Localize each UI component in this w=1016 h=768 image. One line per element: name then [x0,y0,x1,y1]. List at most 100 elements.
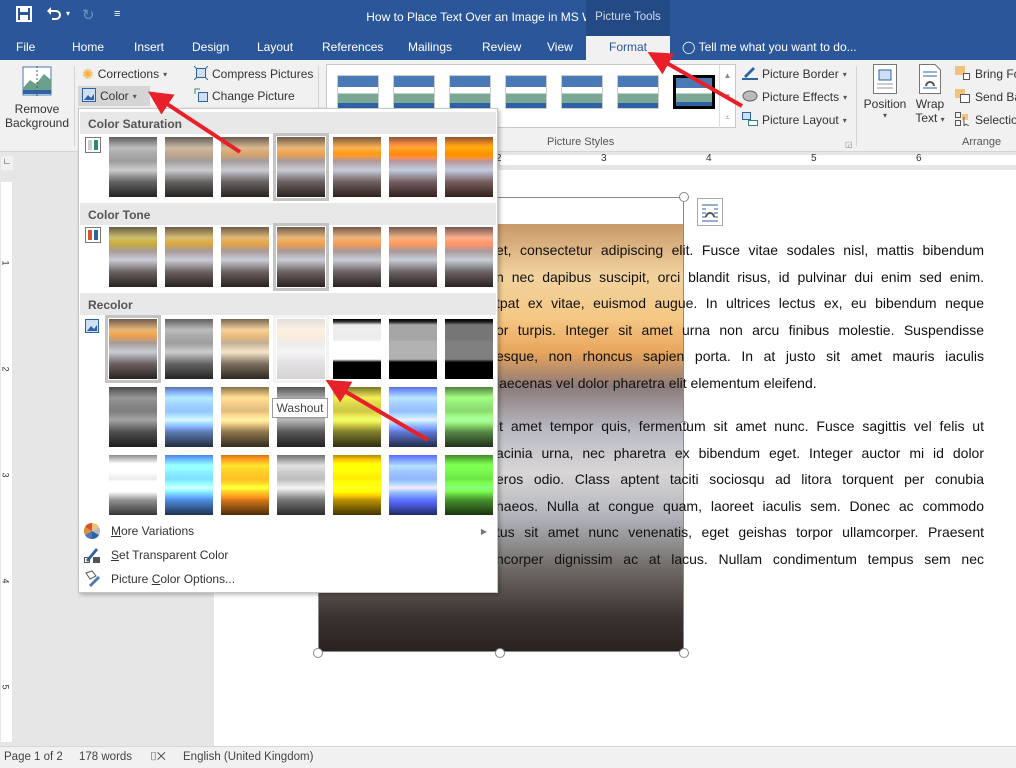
tone-option[interactable] [445,227,493,287]
recolor-option[interactable] [165,387,213,447]
page-count[interactable]: Page 1 of 2 [4,751,63,763]
document-text-line[interactable]: it amet tempor quis, fermentum sit amet … [496,418,984,434]
tab-view[interactable]: View [547,40,573,54]
document-text-line[interactable]: esque, non rhoncus sapien porta. In at j… [496,348,984,364]
recolor-option-washout[interactable] [273,315,329,383]
picture-style-5[interactable] [561,75,603,109]
tab-home[interactable]: Home [72,40,104,54]
recolor-option[interactable] [333,387,381,447]
more-variations-item[interactable]: More Variations ▶ [83,520,493,542]
recolor-option[interactable] [165,319,213,379]
saturation-option[interactable] [221,137,269,197]
recolor-option[interactable] [165,455,213,515]
picture-style-3[interactable] [449,75,491,109]
recolor-option[interactable] [109,387,157,447]
remove-background-button[interactable]: Remove Background [4,64,70,134]
recolor-option[interactable] [221,387,269,447]
bring-forward-button[interactable]: Bring Fo [955,64,1016,84]
document-text-line[interactable]: acinia urna, nec pharetra ex bibendum eg… [496,445,984,461]
wrap-text-button[interactable]: Wrap Text ▾ [910,64,950,125]
gallery-scroll-up[interactable]: ▲ [719,65,735,86]
picture-style-4[interactable] [505,75,547,109]
tone-option[interactable] [333,227,381,287]
recolor-option[interactable] [445,455,493,515]
gallery-scroll-down[interactable]: ▼ [719,86,735,107]
saturation-option[interactable] [165,137,213,197]
gallery-more-button[interactable]: ⩡ [719,107,735,128]
picture-style-2[interactable] [393,75,435,109]
recolor-option[interactable] [277,455,325,515]
color-saturation-icon [85,137,101,156]
word-count[interactable]: 178 words [79,751,132,763]
position-button[interactable]: Position ▾ [862,64,908,120]
tone-option[interactable] [273,223,329,291]
document-text-line[interactable]: tpat ex vitae, euismod augue. In ultrice… [496,295,984,311]
send-backward-button[interactable]: Send Ba [955,87,1016,107]
recolor-option[interactable] [333,319,381,379]
saturation-option[interactable] [109,137,157,197]
chevron-down-icon: ▾ [163,69,168,79]
picture-style-1[interactable] [337,75,379,109]
color-button[interactable]: Color ▾ [78,86,150,106]
document-text-line[interactable]: naeos. Nulla at congue quam, laoreet iac… [496,498,984,514]
picture-color-options-item[interactable]: Picture Color Options... [83,568,235,590]
saturation-option[interactable] [445,137,493,197]
picture-style-6[interactable] [617,75,659,109]
recolor-option[interactable] [333,455,381,515]
saturation-option[interactable] [273,133,329,201]
tab-insert[interactable]: Insert [134,40,164,54]
saturation-option[interactable] [333,137,381,197]
picture-layout-button[interactable]: Picture Layout ▾ [742,110,847,130]
selection-pane-button[interactable]: Selectio [955,110,1016,130]
recolor-option[interactable] [389,319,437,379]
tone-option[interactable] [221,227,269,287]
document-text-line[interactable]: or turpis. Integer sit amet urna non arc… [496,322,984,338]
corrections-button[interactable]: ✺ Corrections ▾ [82,64,167,84]
tone-option[interactable] [109,227,157,287]
document-text-line[interactable]: n nec dapibus suscipit, orci blandit ris… [496,269,984,285]
tab-selector[interactable]: ∟ [1,156,13,170]
tell-me-search[interactable]: ◯ Tell me what you want to do... [682,40,857,54]
proofing-icon[interactable]: ⌷✕ [150,751,166,764]
tab-layout[interactable]: Layout [257,40,293,54]
dialog-launcher-icon[interactable]: ◲ [845,140,853,149]
layout-options-button[interactable] [697,198,723,226]
picture-border-button[interactable]: Picture Border ▾ [742,64,847,84]
saturation-option[interactable] [389,137,437,197]
tone-option[interactable] [165,227,213,287]
picture-style-7[interactable] [673,75,715,109]
recolor-option[interactable] [105,315,161,383]
tab-design[interactable]: Design [192,40,229,54]
recolor-option[interactable] [445,319,493,379]
recolor-option[interactable] [221,455,269,515]
tone-option[interactable] [389,227,437,287]
recolor-option[interactable] [109,455,157,515]
recolor-option[interactable] [389,455,437,515]
corrections-label: Corrections [97,67,160,81]
picture-effects-button[interactable]: Picture Effects ▾ [742,87,847,107]
document-text-line[interactable]: eros odio. Class aptent taciti sociosqu … [496,471,984,487]
change-picture-button[interactable]: Change Picture [194,86,295,106]
tab-references[interactable]: References [322,40,383,54]
document-text-line[interactable]: laecenas vel dolor pharetra elit element… [496,375,984,391]
document-text-line[interactable]: ncorper dignissim ac at lacus. Nullam co… [496,551,984,567]
recolor-option[interactable] [445,387,493,447]
language-status[interactable]: English (United Kingdom) [183,751,313,763]
resize-handle-bottom-left[interactable] [313,648,323,658]
chevron-down-icon: ▾ [843,92,848,102]
vertical-ruler[interactable]: ∟ 1 2 3 4 5 [0,152,14,746]
recolor-option[interactable] [221,319,269,379]
resize-handle-bottom-right[interactable] [679,648,689,658]
tab-review[interactable]: Review [482,40,521,54]
resize-handle-top-right[interactable] [679,192,689,202]
transparent-color-icon [84,548,100,563]
tab-mailings[interactable]: Mailings [408,40,452,54]
compress-pictures-button[interactable]: Compress Pictures [193,64,313,84]
tab-format[interactable]: Format [586,36,670,60]
recolor-option[interactable] [389,387,437,447]
set-transparent-color-item[interactable]: Set Transparent Color [83,544,228,566]
tab-file[interactable]: File [16,40,35,54]
document-text-line[interactable]: tus sit amet nunc venenatis, eget geisha… [496,524,984,540]
resize-handle-bottom[interactable] [495,648,505,658]
document-text-line[interactable]: et, consectetur adipiscing elit. Fusce v… [496,242,984,258]
